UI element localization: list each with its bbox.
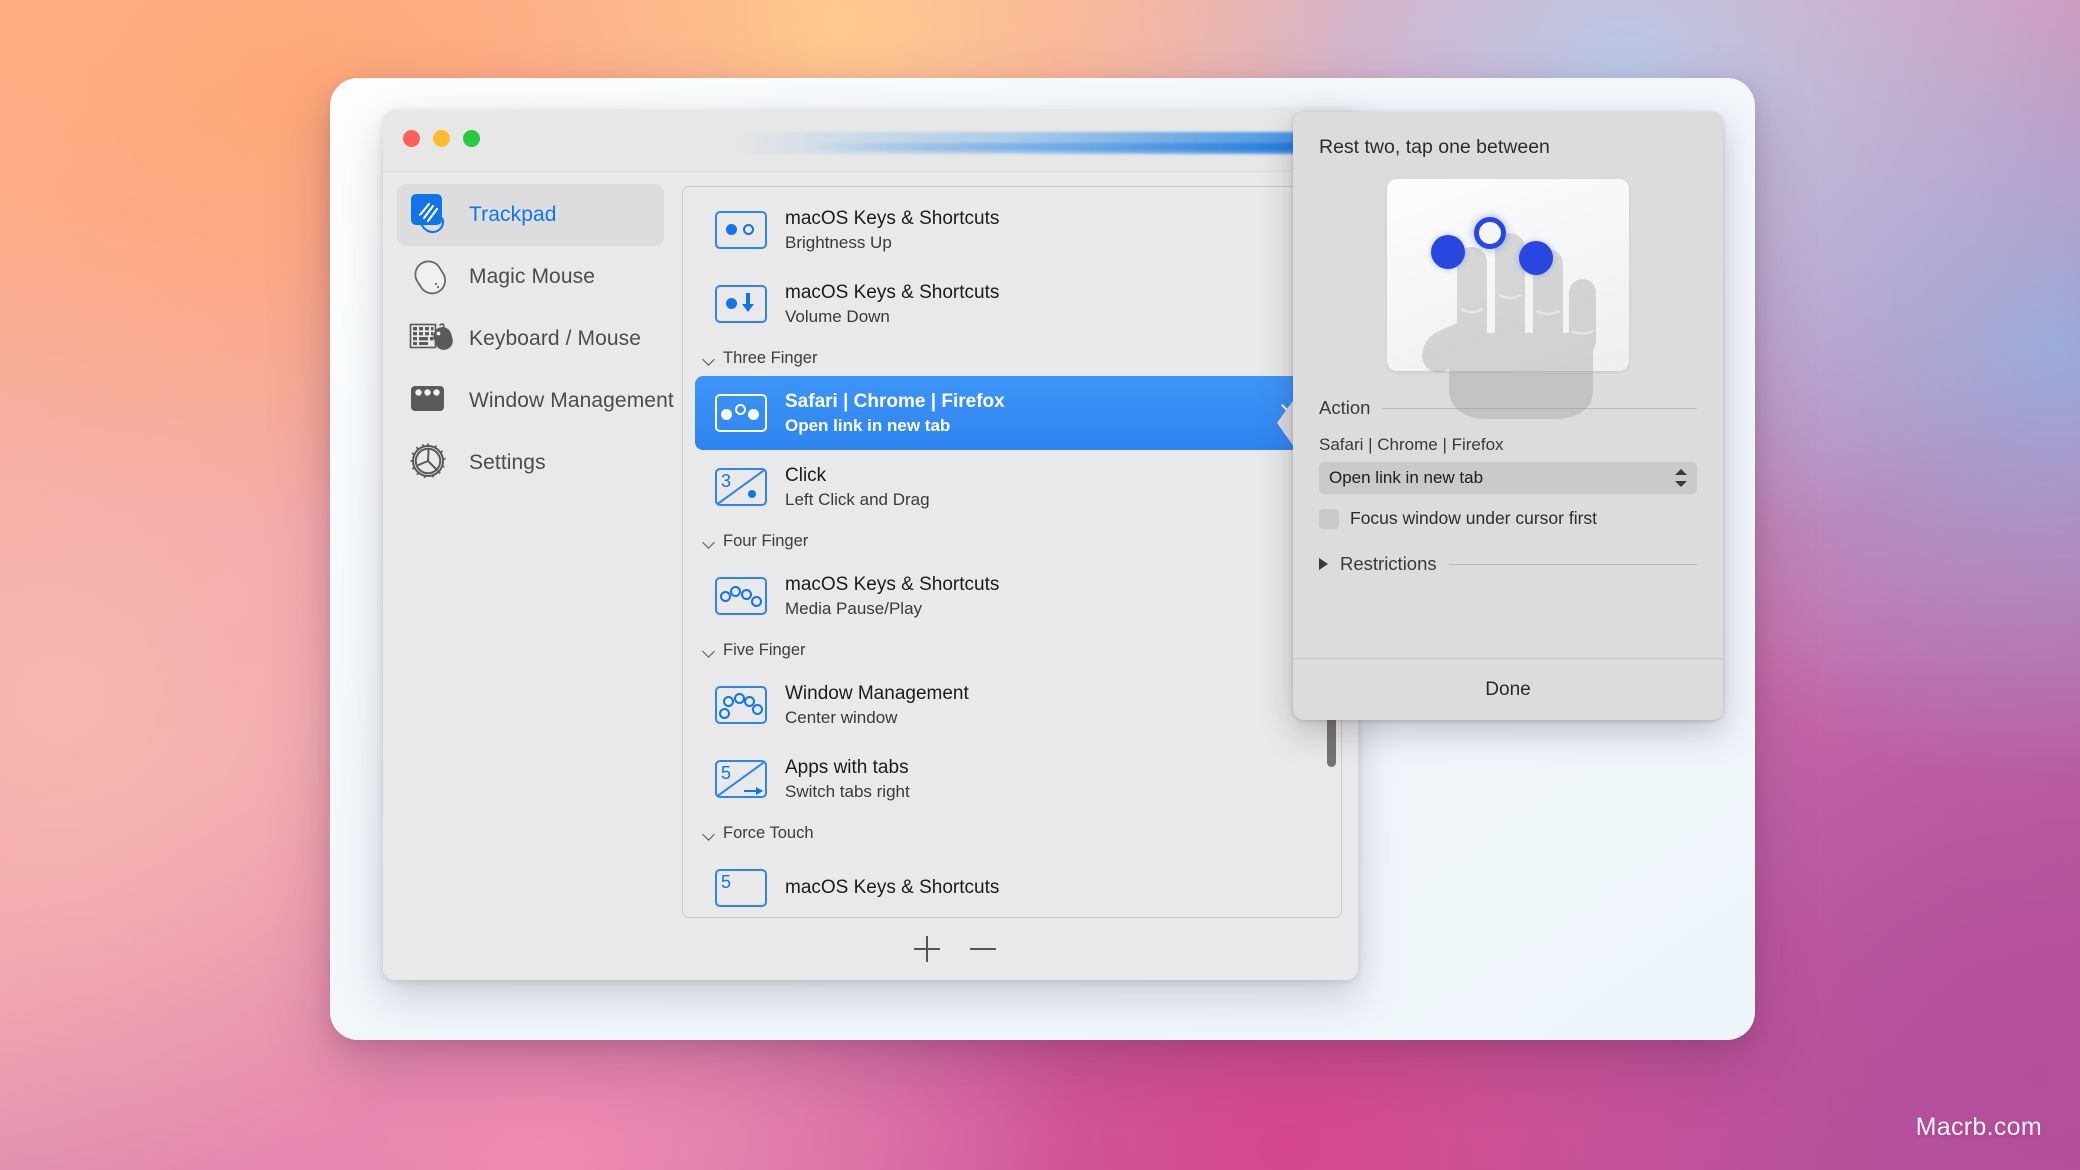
sidebar-item-window-management[interactable]: Window Management [397,370,674,432]
gesture-title: Safari | Chrome | Firefox [785,390,1005,412]
sidebar-item-label: Magic Mouse [469,265,595,288]
gesture-title: macOS Keys & Shortcuts [785,207,1000,229]
sidebar: Trackpad Magic Mouse Keyboard / Mouse Wi… [383,172,678,980]
gesture-list-item[interactable]: macOS Keys & Shortcuts Brightness Up [695,193,1329,267]
hand-silhouette-icon [1395,205,1623,425]
titlebar-blue-streak-decoration [728,132,1358,154]
window-bar-icon [409,378,455,424]
gesture-group-header-three-finger[interactable]: Three Finger [683,341,1341,376]
chevron-down-icon [703,353,715,365]
group-label: Four Finger [723,532,809,550]
gesture-group-header-five-finger[interactable]: Five Finger [683,633,1341,668]
action-select-value: Open link in new tab [1329,468,1484,487]
chevron-down-icon [703,536,715,548]
gesture-subtitle: Center window [785,707,898,727]
gesture-title: macOS Keys & Shortcuts [785,877,1000,898]
five-finger-icon [715,686,767,724]
three-drag-icon: 3 [715,468,767,506]
remove-gesture-button[interactable] [970,936,996,962]
focus-window-checkbox-label: Focus window under cursor first [1350,508,1598,528]
gesture-title: Apps with tabs [785,756,909,778]
popover-heading: Rest two, tap one between [1319,136,1550,158]
gesture-subtitle: Left Click and Drag [785,489,930,509]
group-label: Three Finger [723,349,818,367]
traffic-lights [403,130,480,147]
action-app-label: Safari | Chrome | Firefox [1319,435,1504,454]
done-button-label: Done [1485,678,1531,700]
sidebar-item-label: Window Management [469,389,674,412]
sidebar-item-trackpad[interactable]: Trackpad [397,184,664,246]
gesture-title: macOS Keys & Shortcuts [785,281,1000,303]
focus-window-checkbox-row[interactable]: Focus window under cursor first [1319,508,1697,529]
app-window: Trackpad Magic Mouse Keyboard / Mouse Wi… [383,110,1358,980]
main-column: macOS Keys & Shortcuts Brightness Up mac… [678,172,1358,980]
two-finger-down-icon [715,285,767,323]
gesture-subtitle: Media Pause/Play [785,598,923,618]
window-body: Trackpad Magic Mouse Keyboard / Mouse Wi… [383,172,1358,980]
window-titlebar [383,110,1358,172]
watermark: Macrb.com [1915,1113,2042,1141]
force-touch-icon: 5 [715,869,767,907]
trackpad-hand-icon [409,192,455,238]
chevron-right-icon [1319,558,1328,570]
sidebar-item-label: Settings [469,451,546,474]
gesture-title: Click [785,464,827,486]
gesture-group-header-four-finger[interactable]: Four Finger [683,524,1341,559]
index-finger-dot [1431,235,1465,269]
gesture-list-item[interactable]: 5 macOS Keys & Shortcuts [695,851,1329,917]
two-finger-one-tap-icon [715,211,767,249]
three-finger-middle-tap-icon [715,394,767,432]
gesture-subtitle: Volume Down [785,306,890,326]
gesture-finger-count: 5 [721,763,732,783]
gesture-list-item[interactable]: macOS Keys & Shortcuts Volume Down [695,267,1329,341]
gesture-list-panel: macOS Keys & Shortcuts Brightness Up mac… [682,186,1342,918]
gesture-subtitle: Open link in new tab [785,415,951,435]
desktop-wallpaper: Trackpad Magic Mouse Keyboard / Mouse Wi… [0,0,2080,1170]
add-gesture-button[interactable] [914,936,940,962]
gesture-title: Window Management [785,682,969,704]
gesture-list-item[interactable]: 3 Click Left Click and Drag [695,450,1329,524]
sidebar-item-keyboard-mouse[interactable]: Keyboard / Mouse [397,308,664,370]
close-window-button[interactable] [403,130,420,147]
gesture-finger-count: 5 [721,872,732,892]
gesture-finger-count: 3 [721,471,732,491]
gesture-config-popover: Rest two, tap one between Action Safari … [1293,112,1723,720]
done-button[interactable]: Done [1293,658,1723,720]
zoom-window-button[interactable] [463,130,480,147]
group-label: Five Finger [723,641,806,659]
sidebar-item-magic-mouse[interactable]: Magic Mouse [397,246,664,308]
list-toolbar [678,918,1342,980]
gesture-list-item[interactable]: 5 Apps with tabs Switch tabs right [695,742,1329,816]
keyboard-mouse-icon [409,316,455,362]
sidebar-item-label: Keyboard / Mouse [469,327,642,350]
ring-finger-dot [1519,241,1553,275]
focus-window-checkbox[interactable] [1319,508,1339,529]
group-label: Force Touch [723,824,814,842]
trackpad-gesture-preview [1387,179,1629,419]
restrictions-label: Restrictions [1340,553,1437,574]
five-swipe-right-icon: 5 [715,760,767,798]
gesture-subtitle: Brightness Up [785,232,892,252]
gesture-list-scroll-area[interactable]: macOS Keys & Shortcuts Brightness Up mac… [683,187,1341,917]
gear-icon [409,440,455,486]
divider [1448,563,1697,565]
gesture-list-item-selected[interactable]: Safari | Chrome | Firefox Open link in n… [695,376,1341,450]
middle-finger-tap-dot [1474,217,1506,249]
minimize-window-button[interactable] [433,130,450,147]
gesture-subtitle: Switch tabs right [785,781,910,801]
sidebar-item-settings[interactable]: Settings [397,432,664,494]
gesture-list-item[interactable]: macOS Keys & Shortcuts Media Pause/Play [695,559,1329,633]
gesture-list-item[interactable]: Window Management Center window [695,668,1329,742]
sidebar-item-label: Trackpad [469,203,557,226]
magic-mouse-icon [409,254,455,300]
four-finger-icon [715,577,767,615]
chevron-down-icon [703,828,715,840]
gesture-title: macOS Keys & Shortcuts [785,573,1000,595]
gesture-group-header-force-touch[interactable]: Force Touch [683,816,1341,851]
chevron-down-icon [703,645,715,657]
chevron-updown-icon [1675,468,1687,488]
action-select[interactable]: Open link in new tab [1319,462,1697,494]
restrictions-section-header[interactable]: Restrictions [1319,553,1697,575]
action-section-label: Action [1319,397,1371,418]
